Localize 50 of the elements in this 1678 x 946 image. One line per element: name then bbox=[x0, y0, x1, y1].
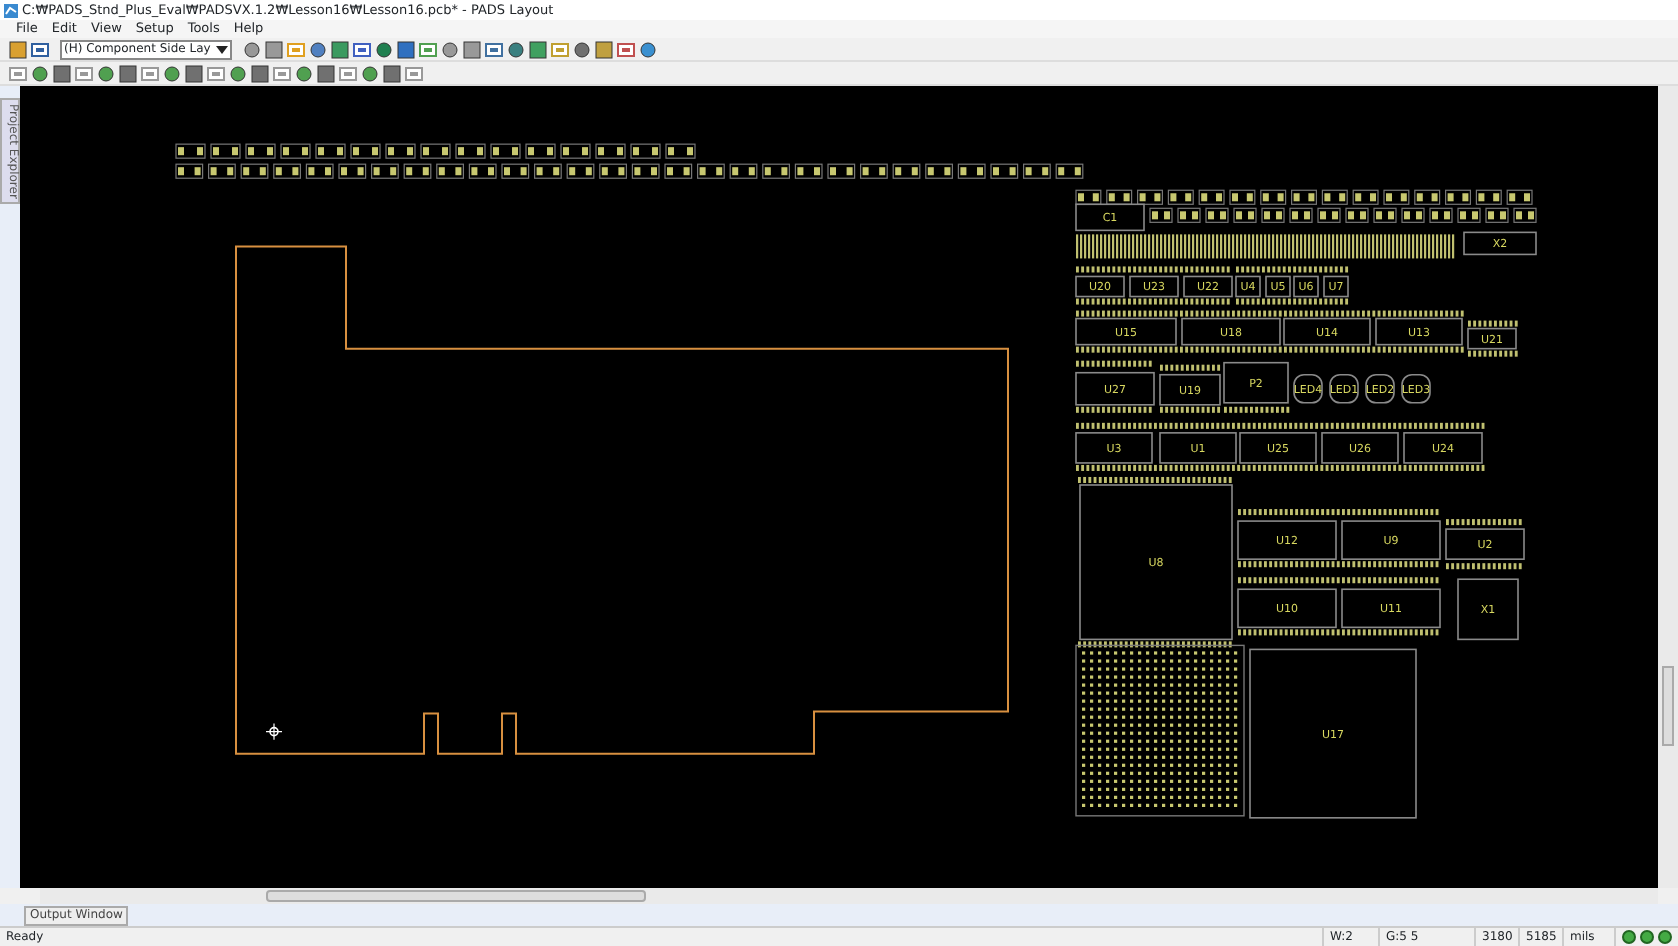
footprint-outline bbox=[1075, 203, 1145, 232]
origin-marker-icon bbox=[265, 723, 283, 741]
footprint-outline bbox=[1181, 317, 1281, 346]
footprint-outline bbox=[1323, 275, 1349, 298]
pad-row-drawing bbox=[1076, 360, 1152, 367]
footprint-outline bbox=[1321, 432, 1399, 464]
footprint-outline bbox=[1293, 275, 1319, 298]
footprint-outline bbox=[1237, 588, 1337, 629]
footprint-outline bbox=[1075, 371, 1155, 406]
status-light-icon bbox=[1658, 930, 1672, 944]
horizontal-scrollbar[interactable] bbox=[40, 888, 1658, 904]
footprint-outline bbox=[1239, 432, 1317, 464]
caret-icon bbox=[216, 45, 228, 53]
footprint-outline bbox=[1463, 231, 1537, 256]
footprint-outline bbox=[1075, 317, 1177, 346]
footprint-outline bbox=[1341, 520, 1441, 560]
footprint-outline bbox=[1445, 528, 1525, 560]
pad-row-drawing bbox=[1446, 519, 1522, 526]
footprint-outline bbox=[1159, 373, 1221, 406]
pad-row-drawing bbox=[1446, 563, 1522, 570]
pad-row-drawing bbox=[1160, 406, 1221, 413]
footprint-outline bbox=[1159, 432, 1237, 464]
scroll-thumb[interactable] bbox=[1662, 666, 1674, 746]
footprint-outline bbox=[1467, 327, 1517, 350]
footprint-outline bbox=[1457, 578, 1519, 641]
footprint-outline bbox=[1293, 373, 1323, 404]
footprint-outline bbox=[1375, 317, 1463, 346]
pad-row-drawing bbox=[1224, 406, 1290, 413]
pad-row-drawing bbox=[1236, 266, 1349, 273]
footprint-outline bbox=[1283, 317, 1371, 346]
footprint-outline bbox=[1341, 588, 1441, 629]
pad-row-drawing bbox=[1236, 298, 1349, 305]
footprint-outline bbox=[1129, 275, 1179, 298]
status-light-icon bbox=[1640, 930, 1654, 944]
scroll-thumb[interactable] bbox=[266, 890, 646, 902]
pad-row-drawing bbox=[1468, 320, 1518, 327]
footprint-outline bbox=[1265, 275, 1291, 298]
footprint-outline bbox=[1075, 275, 1125, 298]
footprint-outline bbox=[1401, 373, 1431, 404]
footprint-outline bbox=[1329, 373, 1359, 404]
pad-row-drawing bbox=[1468, 350, 1518, 357]
status-light-icon bbox=[1622, 930, 1636, 944]
pad-row-drawing bbox=[1160, 364, 1221, 371]
footprint-outline bbox=[1223, 361, 1289, 404]
footprint-outline bbox=[1237, 520, 1337, 560]
footprint-outline bbox=[1365, 373, 1395, 404]
pad-row-drawing bbox=[1076, 406, 1152, 413]
vertical-scrollbar[interactable] bbox=[1658, 86, 1678, 888]
footprint-outline bbox=[1403, 432, 1483, 464]
footprint-outline bbox=[1075, 432, 1153, 464]
